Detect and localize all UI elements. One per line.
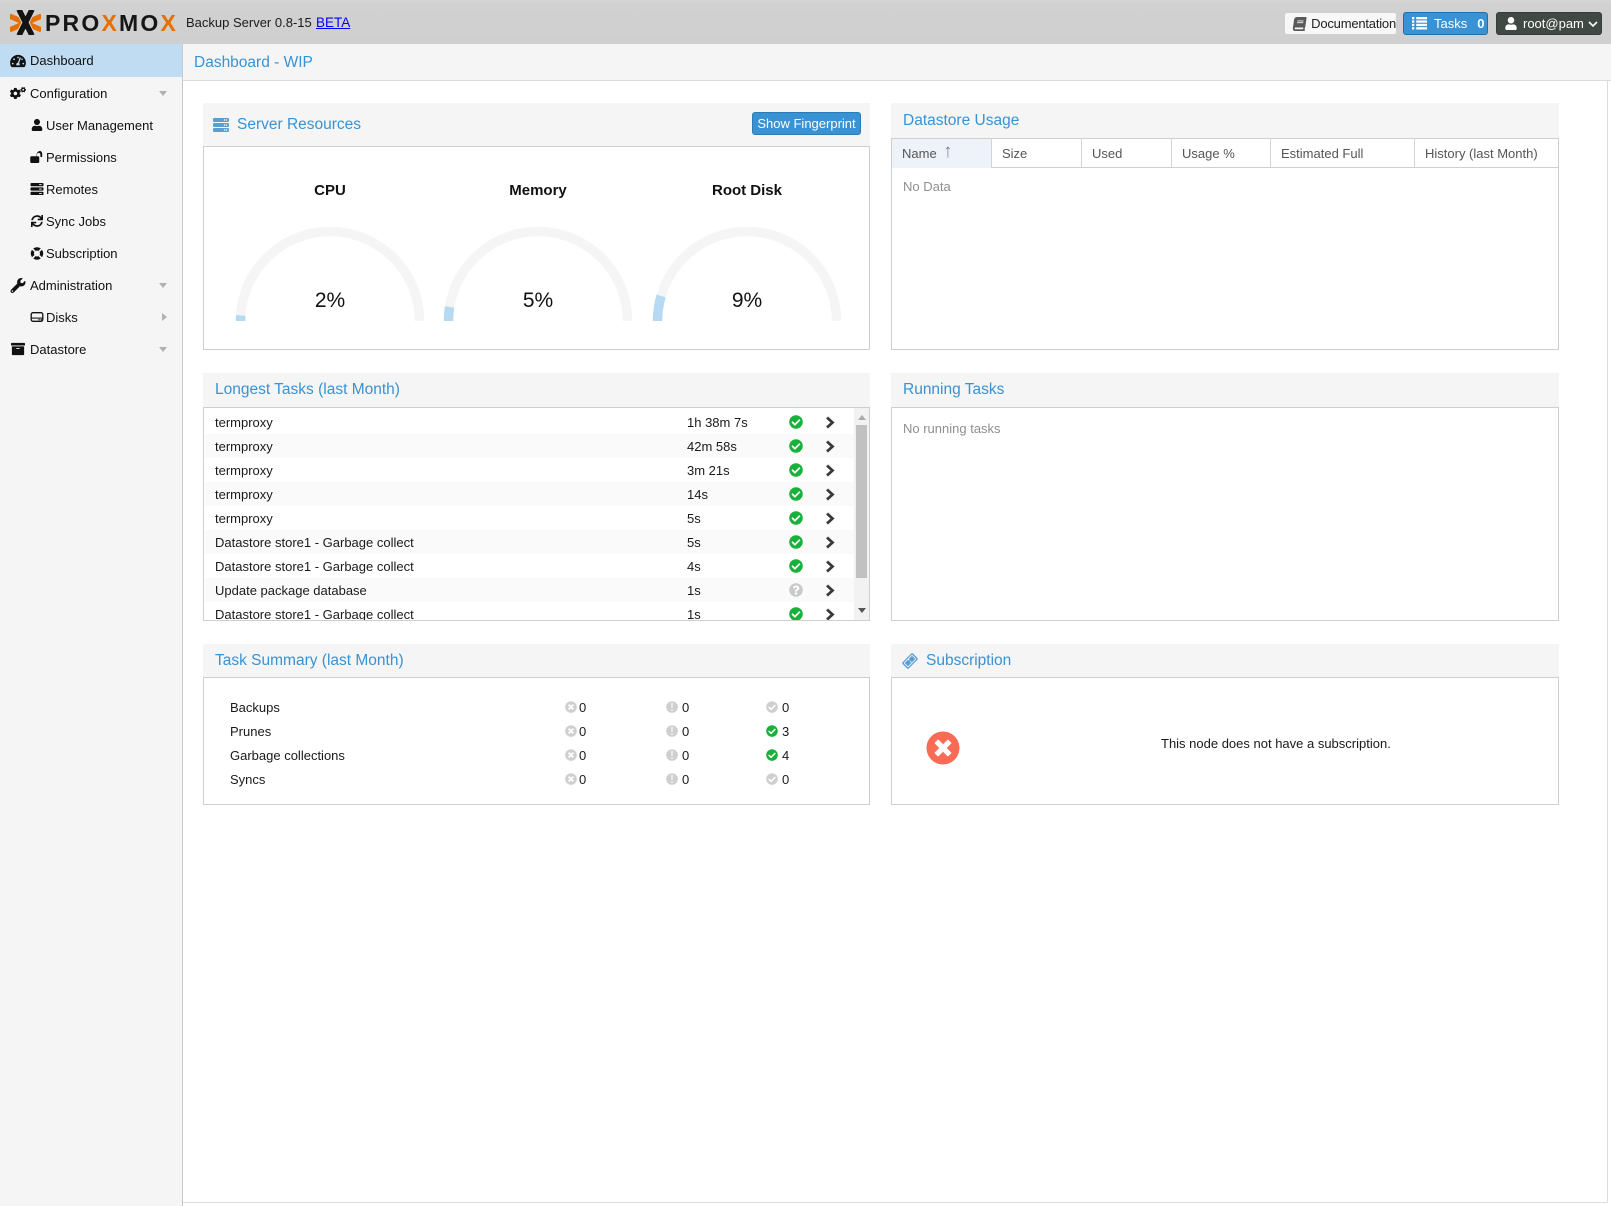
svg-text:2%: 2% (315, 289, 345, 312)
svg-text:5%: 5% (523, 289, 553, 312)
svg-text:9%: 9% (732, 289, 762, 312)
